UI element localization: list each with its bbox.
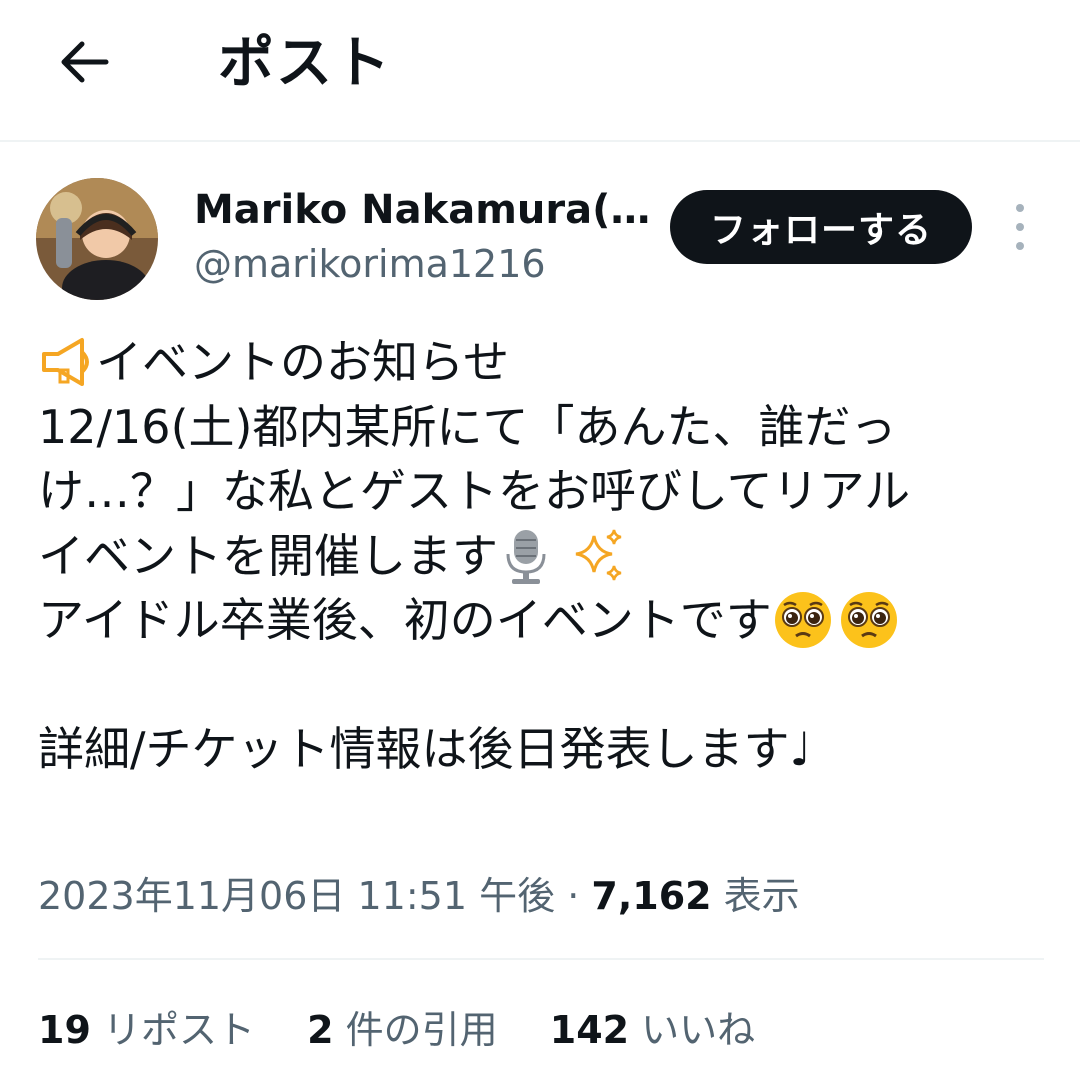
text-line: 12/16(土)都内某所にて「あんた、誰だっ — [38, 399, 897, 454]
user-handle[interactable]: @marikorima1216 — [194, 238, 546, 290]
post-text: イベントのお知らせ 12/16(土)都内某所にて「あんた、誰だっ け…？」な私と… — [38, 330, 1048, 782]
page-title: ポスト — [218, 31, 392, 96]
microphone-icon — [506, 529, 546, 584]
engagement-stats: 19 リポスト 2 件の引用 142 いいね — [38, 1004, 795, 1056]
post-meta: 2023年11月06日 11:51 午後 · 7,162 表示 — [38, 870, 800, 922]
back-arrow-icon[interactable] — [52, 30, 116, 94]
display-name[interactable]: Mariko Nakamura(… — [194, 184, 650, 236]
follow-button[interactable]: フォローする — [670, 190, 972, 264]
view-count: 7,162 — [591, 874, 712, 918]
quote-count[interactable]: 2 件の引用 — [307, 1004, 498, 1056]
timestamp[interactable]: 2023年11月06日 11:51 午後 — [38, 874, 555, 918]
sparkles-icon — [575, 529, 622, 581]
like-count[interactable]: 142 いいね — [550, 1004, 755, 1056]
divider — [38, 958, 1044, 960]
text-line: け…？」な私とゲストをお呼びしてリアル — [38, 464, 911, 518]
text-line: イベントのお知らせ — [38, 330, 1048, 395]
text-line: イベントを開催します — [38, 524, 1048, 589]
pleading-face-icon — [774, 592, 831, 649]
avatar[interactable] — [36, 178, 158, 300]
megaphone-icon — [42, 338, 89, 387]
text-line: 詳細/チケット情報は後日発表します♩ — [38, 722, 812, 776]
separator: · — [567, 874, 580, 918]
pleading-face-icon — [840, 592, 897, 649]
more-options-icon[interactable] — [1004, 204, 1036, 250]
repost-count[interactable]: 19 リポスト — [38, 1004, 255, 1056]
view-label: 表示 — [723, 874, 800, 918]
text-line — [38, 653, 1048, 718]
top-bar: ポスト — [0, 0, 1080, 142]
text-line: アイドル卒業後、初のイベントです — [38, 588, 1048, 653]
